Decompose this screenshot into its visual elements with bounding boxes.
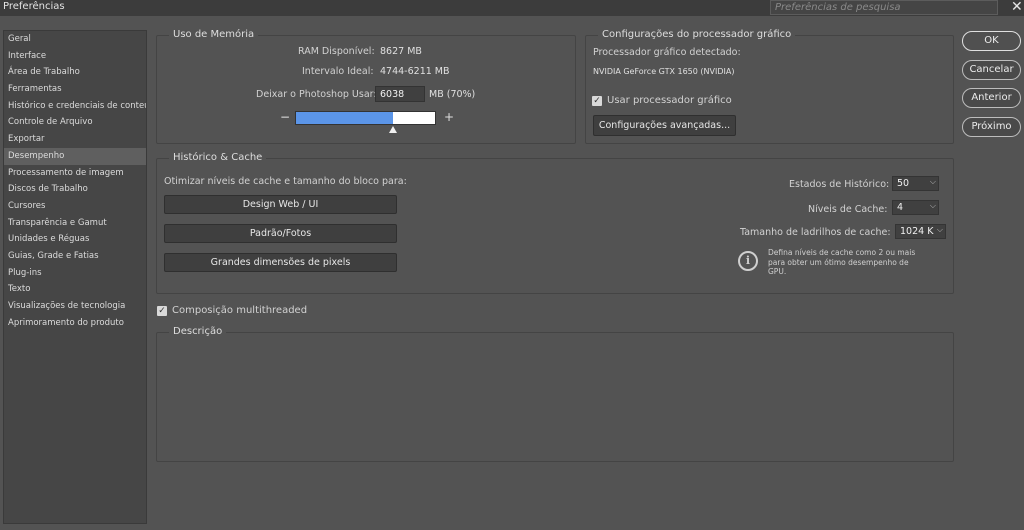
history-cache-legend: Histórico & Cache: [169, 152, 267, 163]
web-ui-design-button[interactable]: Design Web / UI: [164, 195, 397, 214]
multithreaded-compositing-checkbox[interactable]: ✓: [157, 306, 167, 316]
info-icon: i: [738, 251, 758, 271]
memory-use-unit: MB (70%): [429, 89, 476, 100]
title-bar: Preferências Preferências de pesquisa ✕: [0, 0, 1024, 16]
sidebar-item-guias[interactable]: Guias, Grade e Fatias: [4, 248, 146, 265]
large-pixel-dimensions-button[interactable]: Grandes dimensões de pixels: [164, 253, 397, 272]
close-icon[interactable]: ✕: [1011, 0, 1023, 15]
gpu-detected-value: NVIDIA GeForce GTX 1650 (NVIDIA): [593, 67, 735, 76]
chevron-down-icon: ⌵: [929, 201, 936, 210]
sidebar-item-transparencia[interactable]: Transparência e Gamut: [4, 215, 146, 232]
memory-use-input[interactable]: 6038: [375, 86, 425, 102]
sidebar: Geral Interface Área de Trabalho Ferrame…: [3, 30, 147, 524]
sidebar-item-geral[interactable]: Geral: [4, 31, 146, 48]
sidebar-item-desempenho[interactable]: Desempenho: [4, 147, 146, 165]
sidebar-item-unidades[interactable]: Unidades e Réguas: [4, 231, 146, 248]
cache-tile-size-value: 1024 K: [900, 226, 934, 237]
cache-levels-value: 4: [897, 202, 904, 213]
window-title: Preferências: [3, 1, 65, 12]
sidebar-item-controle-arquivo[interactable]: Controle de Arquivo: [4, 114, 146, 131]
ideal-range-label: Intervalo Ideal:: [302, 66, 374, 77]
sidebar-item-plugins[interactable]: Plug-ins: [4, 265, 146, 282]
memory-slider-track[interactable]: [295, 111, 436, 125]
sidebar-item-discos-trabalho[interactable]: Discos de Trabalho: [4, 181, 146, 198]
cache-tile-size-label: Tamanho de ladrilhos de cache:: [740, 227, 891, 238]
description-group: Descrição: [156, 326, 954, 462]
description-legend: Descrição: [169, 326, 227, 337]
optimize-cache-label: Otimizar níveis de cache e tamanho do bl…: [164, 176, 407, 187]
previous-button[interactable]: Anterior: [962, 88, 1021, 108]
gpu-advanced-settings-button[interactable]: Configurações avançadas...: [593, 115, 736, 136]
history-states-label: Estados de Histórico:: [789, 179, 890, 190]
sidebar-item-ferramentas[interactable]: Ferramentas: [4, 81, 146, 98]
sidebar-item-visualizacoes[interactable]: Visualizações de tecnologia: [4, 298, 146, 315]
memory-decrease-icon[interactable]: −: [280, 110, 290, 124]
cache-info-text: Defina níveis de cache como 2 ou mais pa…: [768, 248, 916, 276]
sidebar-item-exportar[interactable]: Exportar: [4, 131, 146, 148]
cache-levels-select[interactable]: 4 ⌵: [892, 200, 939, 215]
next-button[interactable]: Próximo: [962, 117, 1021, 137]
use-gpu-checkbox[interactable]: ✓: [592, 96, 602, 106]
ok-button[interactable]: OK: [962, 31, 1021, 51]
sidebar-item-interface[interactable]: Interface: [4, 48, 146, 65]
sidebar-item-texto[interactable]: Texto: [4, 281, 146, 298]
memory-slider-handle[interactable]: [389, 126, 398, 133]
memory-increase-icon[interactable]: +: [444, 110, 454, 124]
multithreaded-compositing-label: Composição multithreaded: [172, 305, 308, 316]
history-states-value: 50: [897, 178, 910, 189]
chevron-down-icon: ⌵: [936, 225, 943, 234]
use-gpu-label: Usar processador gráfico: [607, 95, 732, 106]
chevron-down-icon: ⌵: [929, 177, 936, 186]
memory-slider-fill: [296, 112, 394, 124]
cache-tile-size-select[interactable]: 1024 K ⌵: [895, 224, 946, 239]
history-states-select[interactable]: 50 ⌵: [892, 176, 939, 191]
memory-legend: Uso de Memória: [169, 29, 259, 40]
gpu-detected-label: Processador gráfico detectado:: [593, 47, 741, 58]
cache-levels-label: Níveis de Cache:: [808, 204, 888, 215]
sidebar-item-cursores[interactable]: Cursores: [4, 198, 146, 215]
sidebar-item-aprimoramento[interactable]: Aprimoramento do produto: [4, 315, 146, 332]
ram-available-value: 8627 MB: [380, 46, 422, 57]
search-preferences-input[interactable]: Preferências de pesquisa: [770, 0, 998, 15]
ram-available-label: RAM Disponível:: [298, 46, 375, 57]
ideal-range-value: 4744-6211 MB: [380, 66, 450, 77]
sidebar-item-processamento-imagem[interactable]: Processamento de imagem: [4, 165, 146, 182]
default-photos-button[interactable]: Padrão/Fotos: [164, 224, 397, 243]
gpu-legend: Configurações do processador gráfico: [598, 29, 796, 40]
sidebar-item-area-de-trabalho[interactable]: Área de Trabalho: [4, 64, 146, 81]
photoshop-use-label: Deixar o Photoshop Usar:: [256, 89, 377, 100]
cancel-button[interactable]: Cancelar: [962, 60, 1021, 80]
sidebar-item-historico[interactable]: Histórico e credenciais de conteúdo: [4, 98, 146, 115]
